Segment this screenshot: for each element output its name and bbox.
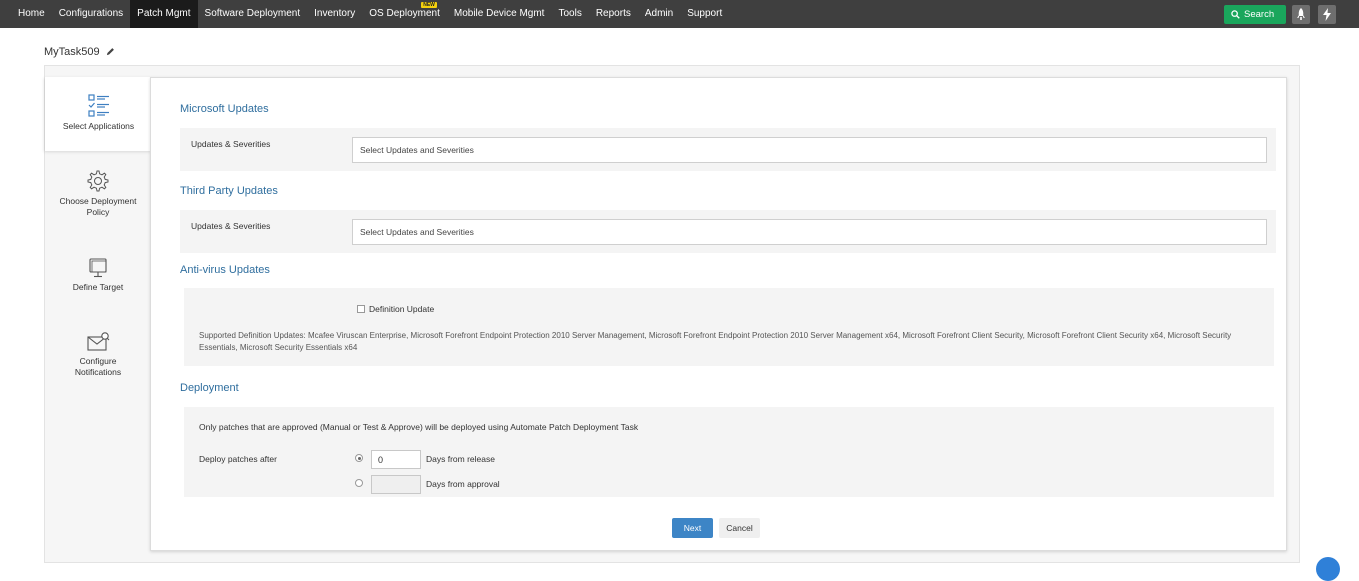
nav-item-admin[interactable]: Admin [638,0,680,28]
step-select-applications-label: Select Applications [62,121,135,131]
nav-menu: Home Configurations Patch Mgmt Software … [11,0,729,28]
search-button[interactable]: Search [1224,5,1286,24]
next-button[interactable]: Next [672,518,713,538]
envelope-icon [87,332,110,351]
microsoft-updates-row: Updates & Severities Select Updates and … [180,128,1276,171]
days-from-release-input[interactable] [371,450,421,469]
days-from-release-label: Days from release [426,454,495,464]
nav-item-tools[interactable]: Tools [551,0,588,28]
third-party-updates-label: Updates & Severities [191,221,271,231]
nav-item-inventory[interactable]: Inventory [307,0,362,28]
checklist-icon [87,94,109,117]
nav-item-os-deployment-label: OS Deployment [369,8,440,19]
step-configure-notifications-label: Configure Notifications [74,356,122,377]
nav-item-software-deployment[interactable]: Software Deployment [198,0,308,28]
nav-item-reports[interactable]: Reports [589,0,638,28]
lightning-icon [1323,8,1331,21]
antivirus-updates-row: Definition Update Supported Definition U… [184,288,1274,366]
top-navigation-bar: Home Configurations Patch Mgmt Software … [0,0,1359,28]
cancel-button[interactable]: Cancel [719,518,760,538]
deployment-row: Only patches that are approved (Manual o… [184,407,1274,497]
search-icon [1231,10,1240,19]
supported-definition-updates: Supported Definition Updates: Mcafee Vir… [199,331,1232,352]
days-from-approval-label: Days from approval [426,479,500,489]
rocket-icon [1297,8,1305,20]
third-party-updates-row: Updates & Severities Select Updates and … [180,210,1276,253]
definition-update-label: Definition Update [369,304,435,314]
microsoft-updates-label: Updates & Severities [191,139,271,149]
antivirus-updates-title: Anti-virus Updates [180,264,270,276]
third-party-updates-title: Third Party Updates [180,185,278,197]
monitor-icon [89,258,107,278]
nav-item-home[interactable]: Home [11,0,52,28]
task-wizard-panel: Select Applications Choose Deployment Po… [44,65,1300,563]
task-name: MyTask509 [44,46,100,58]
step-choose-deployment-policy[interactable]: Choose Deployment Policy [45,169,151,229]
nav-item-configurations[interactable]: Configurations [52,0,130,28]
step-select-applications[interactable]: Select Applications [45,77,152,151]
search-button-label: Search [1244,9,1275,20]
third-party-updates-select[interactable]: Select Updates and Severities [352,219,1267,245]
deploy-patches-after-label: Deploy patches after [199,454,277,464]
deployment-note: Only patches that are approved (Manual o… [199,422,639,432]
days-from-approval-radio[interactable] [355,479,363,487]
nav-item-patch-mgmt[interactable]: Patch Mgmt [130,0,198,28]
definition-update-checkbox[interactable] [357,305,365,313]
days-from-release-radio[interactable] [355,454,363,462]
pencil-icon[interactable] [106,47,115,56]
microsoft-updates-select[interactable]: Select Updates and Severities [352,137,1267,163]
quick-actions-button[interactable] [1318,5,1336,24]
new-badge: NEW [421,2,437,8]
microsoft-updates-title: Microsoft Updates [180,103,269,115]
select-applications-card: Microsoft Updates Updates & Severities S… [150,77,1287,551]
step-configure-notifications[interactable]: Configure Notifications [45,331,151,383]
nav-item-support[interactable]: Support [680,0,729,28]
step-define-target-label: Define Target [72,282,124,292]
nav-item-os-deployment[interactable]: OS Deployment NEW [362,0,447,28]
days-from-approval-input[interactable] [371,475,421,494]
gear-icon [87,170,109,192]
step-choose-deployment-policy-label: Choose Deployment Policy [59,196,137,217]
step-define-target[interactable]: Define Target [45,257,151,297]
chat-support-icon[interactable] [1316,557,1340,581]
deployment-title: Deployment [180,382,239,394]
nav-item-mobile-device-mgmt[interactable]: Mobile Device Mgmt [447,0,552,28]
quick-launch-button[interactable] [1292,5,1310,24]
